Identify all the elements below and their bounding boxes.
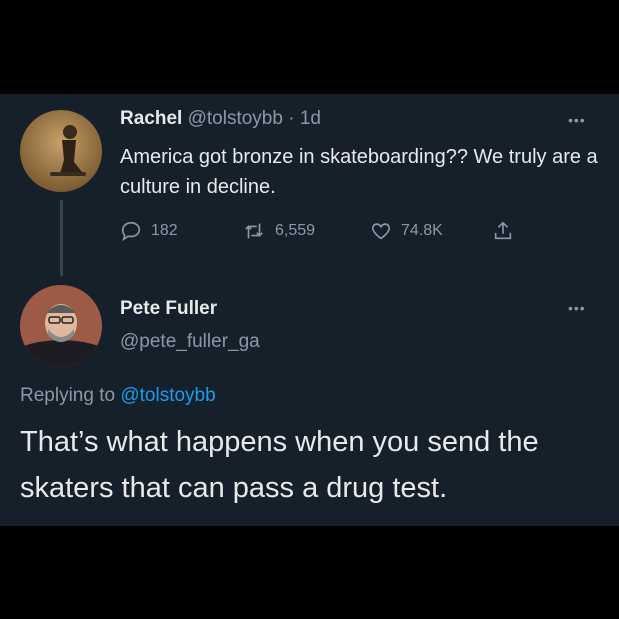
retweet-count: 6,559	[275, 222, 316, 239]
author-handle[interactable]: @tolstoybb	[188, 108, 283, 129]
author-name[interactable]: Rachel	[120, 108, 182, 129]
thread-line	[60, 200, 63, 276]
share-icon	[494, 221, 512, 240]
avatar[interactable]	[20, 110, 102, 192]
tweet-header: Rachel @tolstoybb · 1d	[120, 108, 321, 130]
reply-button[interactable]: 182	[120, 219, 178, 243]
replying-to: Replying to @tolstoybb	[20, 385, 216, 407]
like-button[interactable]: 74.8K	[370, 219, 443, 243]
like-count: 74.8K	[401, 222, 443, 239]
more-icon[interactable]: •••	[568, 300, 586, 316]
reply-author-handle[interactable]: @pete_fuller_ga	[120, 331, 260, 353]
tweet-text: America got bronze in skateboarding?? We…	[120, 146, 598, 198]
share-button[interactable]	[492, 219, 523, 243]
replying-prefix: Replying to	[20, 385, 116, 406]
tweet-age[interactable]: 1d	[300, 108, 321, 129]
reply-count: 182	[151, 222, 178, 239]
reply-avatar[interactable]	[20, 285, 102, 367]
more-icon[interactable]: •••	[568, 112, 586, 128]
reply-text: That’s what happens when you send the sk…	[20, 426, 539, 504]
replying-handle-link[interactable]: @tolstoybb	[120, 385, 215, 406]
retweet-button[interactable]: 6,559	[242, 219, 315, 243]
like-icon	[372, 223, 390, 240]
separator: ·	[288, 108, 295, 129]
reply-icon	[121, 221, 141, 242]
reply-author-name[interactable]: Pete Fuller	[120, 298, 217, 320]
retweet-icon	[245, 223, 263, 239]
